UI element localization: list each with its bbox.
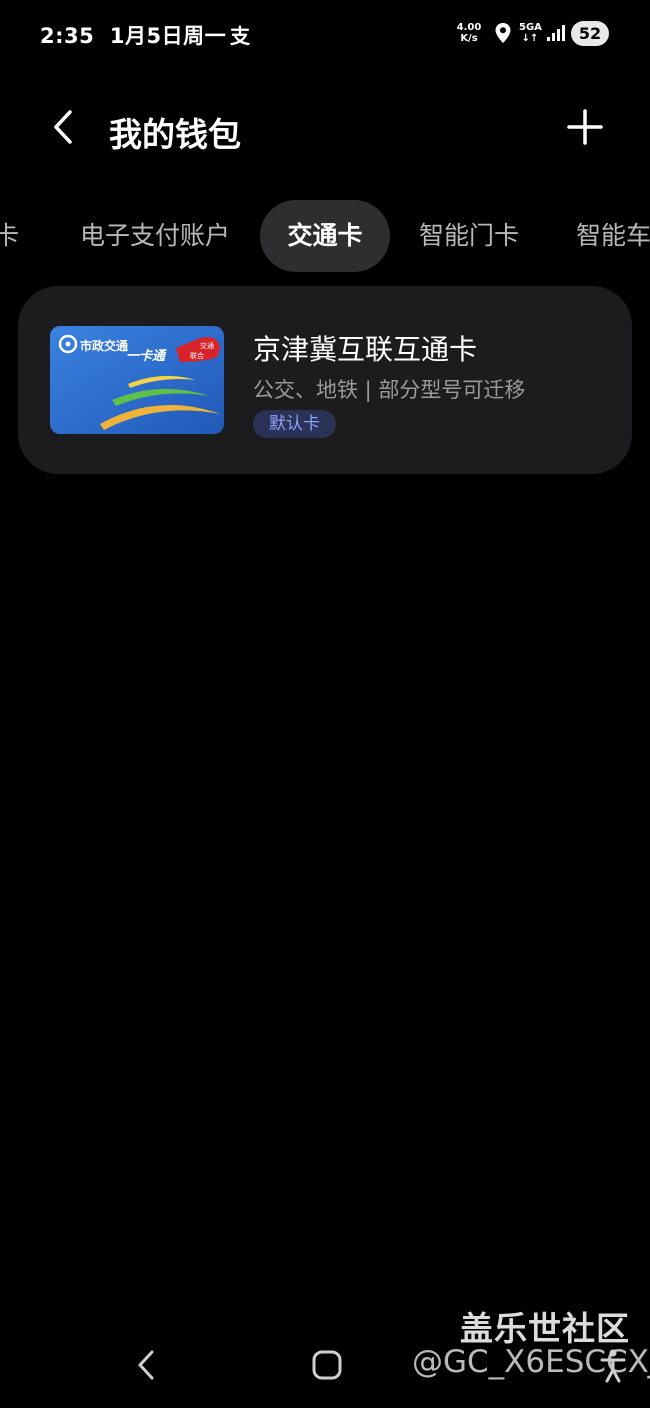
date-text: 1月5日周一 bbox=[109, 24, 227, 48]
wallet-page: 2:35 1月5日周一 支 4.00 K/s 5GA ↓↑ 52 我的钱包 卡 … bbox=[0, 0, 650, 1408]
nav-accessibility-button[interactable] bbox=[598, 1346, 628, 1388]
nav-back-icon bbox=[138, 1350, 154, 1380]
chevron-left-icon bbox=[54, 110, 72, 144]
category-tabs: 卡 电子支付账户 交通卡 智能门卡 智能车钥匙 bbox=[0, 200, 650, 272]
card-logo-text: 市政交通 bbox=[80, 338, 128, 353]
plus-icon bbox=[567, 109, 603, 145]
status-bar: 2:35 1月5日周一 支 4.00 K/s 5GA ↓↑ 52 bbox=[0, 0, 650, 70]
tab-transit-card[interactable]: 交通卡 bbox=[260, 200, 390, 272]
network-type: 5GA bbox=[519, 22, 542, 33]
page-title: 我的钱包 bbox=[109, 115, 241, 154]
net-speed-unit: K/s bbox=[460, 33, 478, 44]
transit-card-item[interactable]: 市政交通 一卡通 交通 联合 京津冀互联互通卡 公交、地铁 | 部分型号可迁移 … bbox=[18, 286, 632, 474]
mobile-data-indicator: 5GA ↓↑ bbox=[519, 22, 542, 44]
system-nav-bar bbox=[0, 1330, 650, 1400]
tab-smart-car-key[interactable]: 智能车钥匙 bbox=[576, 200, 650, 272]
alipay-notification-icon: 支 bbox=[230, 24, 250, 48]
default-card-badge: 默认卡 bbox=[253, 410, 336, 438]
battery-indicator: 52 bbox=[571, 21, 609, 46]
nav-home-button[interactable] bbox=[310, 1348, 344, 1386]
signal-icon bbox=[546, 24, 566, 46]
card-brand-text: 一卡通 bbox=[126, 348, 167, 364]
net-speed-value: 4.00 bbox=[456, 22, 482, 33]
app-header: 我的钱包 bbox=[0, 90, 650, 170]
card-badge-top-text: 交通 bbox=[200, 341, 214, 350]
data-arrows-icon: ↓↑ bbox=[521, 33, 539, 44]
nav-home-icon bbox=[312, 1350, 342, 1380]
tab-e-payment[interactable]: 电子支付账户 bbox=[80, 200, 230, 272]
location-icon bbox=[494, 22, 512, 48]
tab-smart-door-card[interactable]: 智能门卡 bbox=[419, 200, 519, 272]
time-text: 2:35 bbox=[40, 24, 95, 48]
status-time: 2:35 1月5日周一 bbox=[40, 20, 226, 50]
card-description: 公交、地铁 | 部分型号可迁移 bbox=[253, 378, 526, 402]
transit-card-image: 市政交通 一卡通 交通 联合 bbox=[50, 326, 224, 434]
back-button[interactable] bbox=[40, 102, 90, 152]
network-speed: 4.00 K/s bbox=[454, 22, 484, 44]
accessibility-icon bbox=[600, 1349, 626, 1383]
tab-cards[interactable]: 卡 bbox=[0, 200, 19, 272]
card-badge-bottom-text: 联合 bbox=[190, 351, 204, 360]
card-name: 京津冀互联互通卡 bbox=[253, 333, 478, 366]
nav-back-button[interactable] bbox=[130, 1346, 164, 1388]
add-card-button[interactable] bbox=[562, 104, 608, 150]
